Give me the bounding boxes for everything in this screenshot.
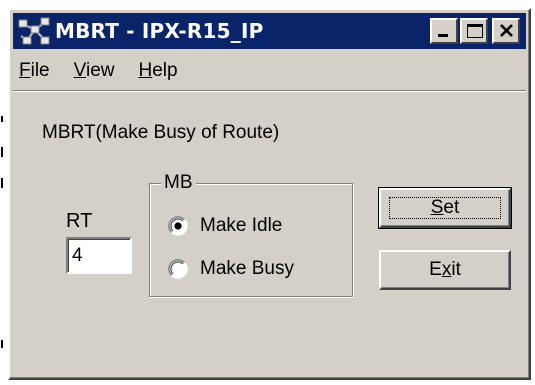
- menu-file-mnemonic: F: [19, 60, 31, 81]
- radio-make-idle[interactable]: Make Idle: [168, 215, 282, 237]
- radio-make-idle-label: Make Idle: [200, 215, 283, 236]
- edge-mark: [1, 178, 3, 188]
- radio-checked-icon: [168, 216, 188, 236]
- menu-bar: File View Help: [13, 54, 526, 88]
- window-controls: [430, 18, 520, 44]
- minimize-button[interactable]: [430, 18, 458, 44]
- rt-input[interactable]: [66, 237, 132, 274]
- menu-help[interactable]: Help: [138, 60, 177, 82]
- exit-button[interactable]: Exit: [379, 250, 511, 290]
- menu-file-rest: ile: [30, 60, 50, 81]
- menu-view-rest: iew: [85, 60, 115, 81]
- menu-help-mnemonic: H: [138, 60, 153, 81]
- radio-make-busy[interactable]: Make Busy: [168, 258, 294, 280]
- menu-view-mnemonic: V: [73, 60, 86, 81]
- close-button[interactable]: [492, 18, 520, 44]
- title-bar[interactable]: MBRT - IPX-R15_IP: [13, 13, 526, 49]
- menu-separator: [13, 90, 526, 92]
- maximize-icon: [467, 24, 483, 38]
- edge-mark: [1, 147, 3, 157]
- exit-label-rest: it: [451, 259, 461, 280]
- set-button[interactable]: Set: [378, 187, 512, 229]
- menu-help-rest: elp: [152, 60, 178, 81]
- focus-rectangle: [389, 197, 501, 219]
- menu-view[interactable]: View: [74, 60, 115, 82]
- maximize-button[interactable]: [460, 18, 488, 44]
- exit-mnemonic: x: [441, 259, 452, 280]
- edge-mark: [1, 340, 3, 348]
- network-nodes-icon: [18, 17, 50, 45]
- form-heading: MBRT(Make Busy of Route): [42, 122, 280, 143]
- edge-mark: [1, 116, 3, 122]
- menu-file[interactable]: File: [19, 60, 50, 82]
- radio-unchecked-icon: [168, 259, 188, 279]
- exit-label-pre: E: [429, 259, 442, 280]
- background-edge: [0, 0, 8, 385]
- dialog-window: MBRT - IPX-R15_IP File View Help MBRT(Ma…: [8, 8, 531, 380]
- rt-label: RT: [66, 210, 93, 232]
- close-icon: [500, 24, 513, 37]
- radio-make-busy-label: Make Busy: [200, 258, 294, 279]
- mb-group-label: MB: [161, 172, 196, 194]
- window-title: MBRT - IPX-R15_IP: [55, 19, 264, 43]
- minimize-icon: [438, 34, 448, 37]
